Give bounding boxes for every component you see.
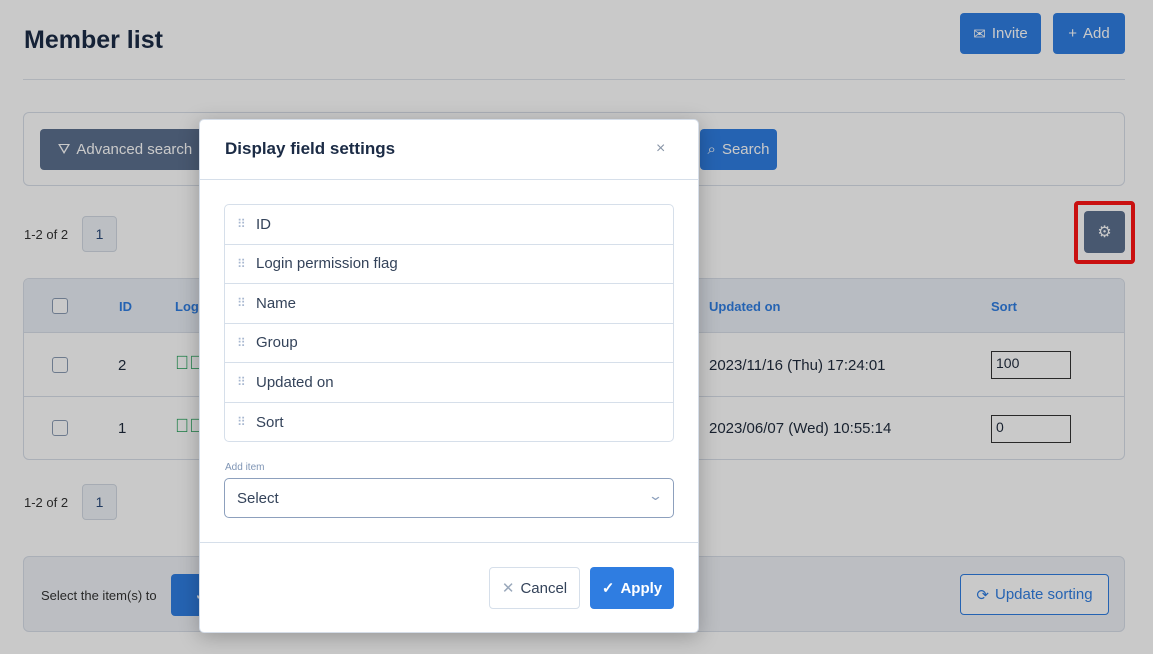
refresh-icon: ⟳ bbox=[976, 586, 989, 604]
add-button[interactable]: + Add bbox=[1053, 13, 1125, 54]
apply-button[interactable]: ✓ Apply bbox=[590, 567, 674, 609]
add-item-label: Add item bbox=[225, 462, 265, 473]
sort-input[interactable]: 0 bbox=[991, 415, 1071, 443]
page-1-button[interactable]: 1 bbox=[82, 216, 117, 252]
invite-button[interactable]: ✉ Invite bbox=[960, 13, 1041, 54]
advanced-search-button[interactable]: ⛛ Advanced search bbox=[40, 129, 210, 170]
column-sort[interactable]: Sort bbox=[991, 299, 1017, 314]
column-id[interactable]: ID bbox=[119, 299, 132, 314]
row-id: 1 bbox=[118, 420, 127, 437]
field-item-id[interactable]: ⠿ ID bbox=[225, 205, 673, 245]
field-item-group[interactable]: ⠿ Group bbox=[225, 324, 673, 363]
add-item-select[interactable]: Select ⌄ bbox=[224, 478, 674, 518]
field-item-sort[interactable]: ⠿ Sort bbox=[225, 403, 673, 442]
field-item-name[interactable]: ⠿ Name bbox=[225, 284, 673, 324]
field-item-login-permission-flag[interactable]: ⠿ Login permission flag bbox=[225, 245, 673, 284]
pagination-range: 1-2 of 2 bbox=[24, 227, 69, 242]
row-updated-on: 2023/06/07 (Wed) 10:55:14 bbox=[709, 420, 892, 437]
modal-title: Display field settings bbox=[225, 139, 396, 158]
bulk-text: Select the item(s) to bbox=[41, 588, 157, 603]
select-all-checkbox[interactable] bbox=[52, 298, 68, 314]
chevron-down-icon: ⌄ bbox=[647, 488, 664, 503]
drag-handle-icon[interactable]: ⠿ bbox=[237, 258, 247, 270]
drag-handle-icon[interactable]: ⠿ bbox=[237, 337, 247, 349]
close-icon[interactable]: × bbox=[656, 140, 665, 158]
row-id: 2 bbox=[118, 357, 127, 374]
mail-icon: ✉ bbox=[973, 25, 986, 43]
drag-handle-icon[interactable]: ⠿ bbox=[237, 218, 247, 230]
close-icon: ✕ bbox=[501, 580, 515, 597]
plus-icon: + bbox=[1068, 25, 1078, 42]
search-button[interactable]: ⌕ Search bbox=[700, 129, 777, 170]
page-title: Member list bbox=[24, 26, 163, 54]
search-icon: ⌕ bbox=[707, 141, 716, 158]
field-item-updated-on[interactable]: ⠿ Updated on bbox=[225, 363, 673, 403]
footer-divider bbox=[200, 542, 698, 543]
update-sorting-button[interactable]: ⟳ Update sorting bbox=[960, 574, 1109, 615]
pagination-range: 1-2 of 2 bbox=[24, 495, 69, 510]
row-checkbox[interactable] bbox=[52, 357, 68, 373]
settings-button[interactable]: ⚙ bbox=[1084, 211, 1125, 253]
row-checkbox[interactable] bbox=[52, 420, 68, 436]
sort-input[interactable]: 100 bbox=[991, 351, 1071, 379]
cancel-button[interactable]: ✕ Cancel bbox=[489, 567, 580, 609]
field-list: ⠿ ID ⠿ Login permission flag ⠿ Name ⠿ Group … bbox=[224, 204, 674, 442]
filter-icon: ⛛ bbox=[57, 141, 71, 158]
divider bbox=[23, 79, 1125, 80]
gear-icon: ⚙ bbox=[1097, 224, 1112, 241]
column-updated-on[interactable]: Updated on bbox=[709, 299, 781, 314]
header-divider bbox=[200, 179, 698, 180]
drag-handle-icon[interactable]: ⠿ bbox=[237, 297, 247, 309]
drag-handle-icon[interactable]: ⠿ bbox=[237, 416, 247, 428]
check-circle-icon: ✓ bbox=[601, 580, 615, 597]
page-1-button[interactable]: 1 bbox=[82, 484, 117, 520]
drag-handle-icon[interactable]: ⠿ bbox=[237, 376, 247, 388]
display-field-settings-modal: Display field settings × ⠿ ID ⠿ Login perm… bbox=[199, 119, 699, 633]
row-updated-on: 2023/11/16 (Thu) 17:24:01 bbox=[709, 357, 886, 374]
